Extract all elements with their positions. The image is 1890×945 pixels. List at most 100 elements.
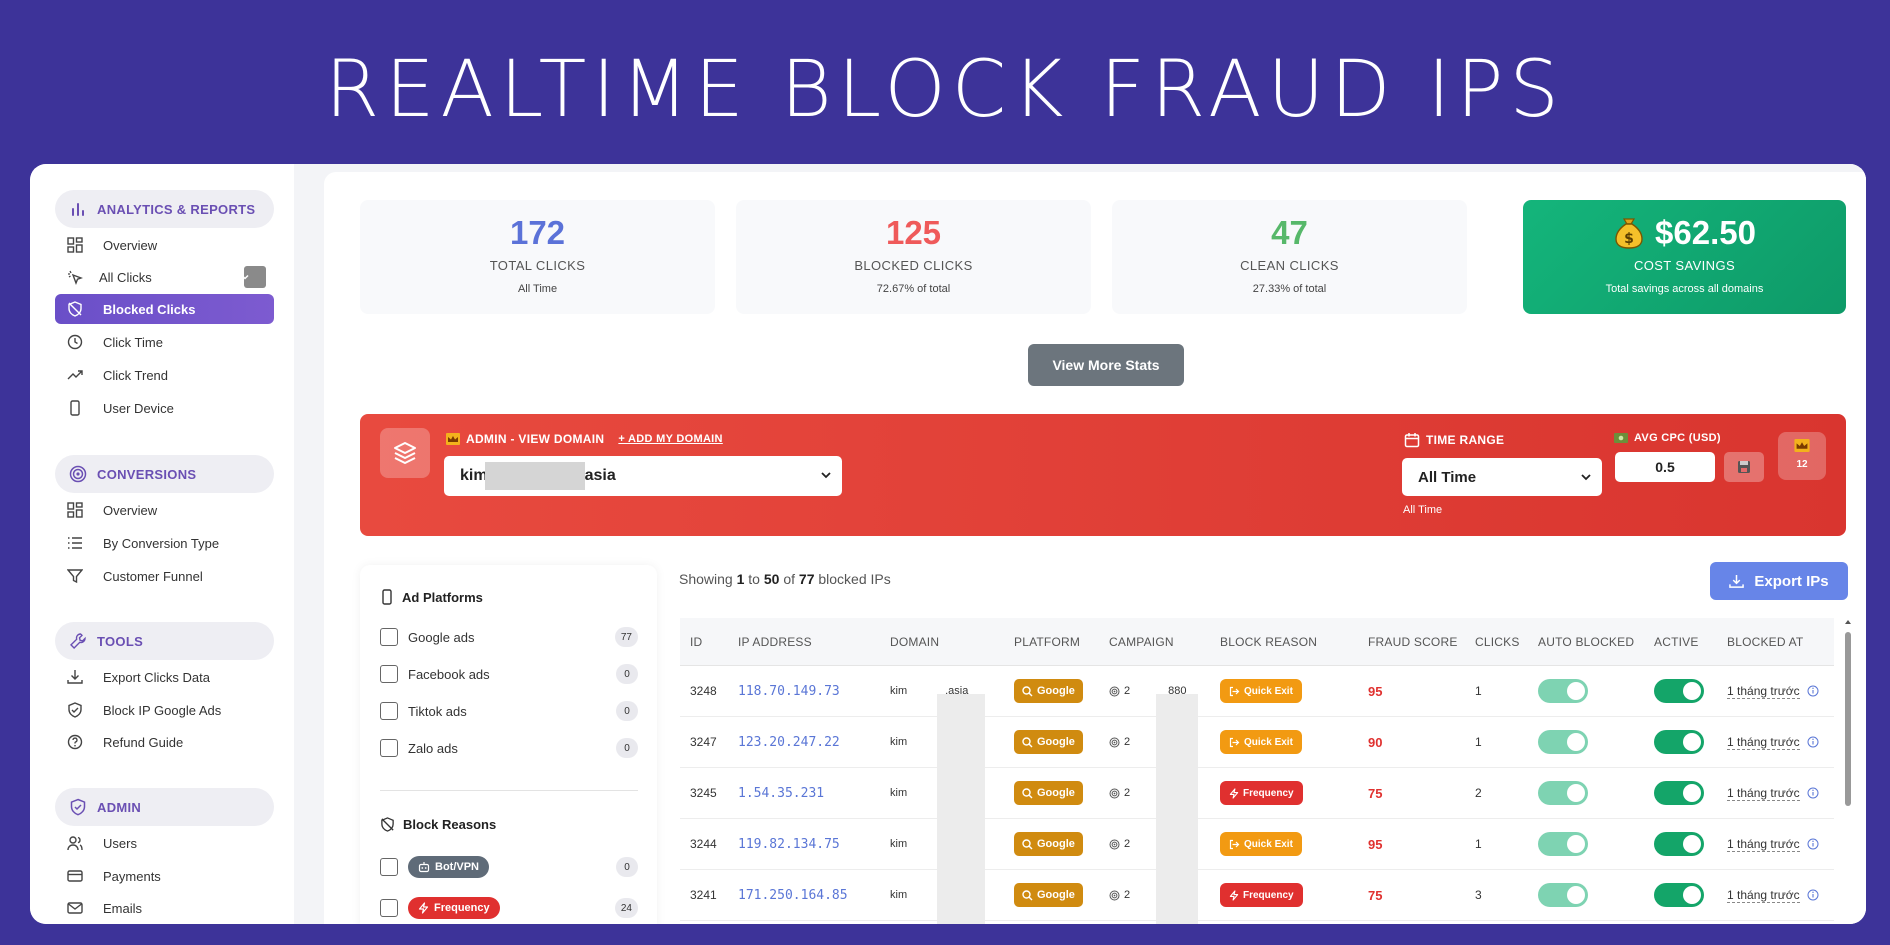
section-analytics[interactable]: ANALYTICS & REPORTS <box>55 190 274 228</box>
active-toggle[interactable] <box>1654 730 1704 754</box>
avg-cpc-label: AVG CPC (USD) <box>1614 432 1721 444</box>
section-tools[interactable]: TOOLS <box>55 622 274 660</box>
checkbox[interactable] <box>380 899 398 917</box>
cell-ip[interactable]: 171.250.164.85 <box>728 888 880 903</box>
sidebar-item-user-device[interactable]: User Device <box>55 393 274 423</box>
column-header[interactable]: ID <box>680 635 728 649</box>
target-icon <box>1109 788 1120 798</box>
active-toggle[interactable] <box>1654 883 1704 907</box>
filter-facebook-ads[interactable]: Facebook ads 0 <box>380 663 638 685</box>
count-badge: 0 <box>616 738 638 758</box>
filter-tiktok-ads[interactable]: Tiktok ads 0 <box>380 700 638 722</box>
sidebar-item-by-conversion-type[interactable]: By Conversion Type <box>55 528 274 558</box>
sidebar-item-block-ip[interactable]: Block IP Google Ads <box>55 695 274 725</box>
save-cpc-button[interactable] <box>1724 452 1764 482</box>
cell-ip[interactable]: 119.82.134.75 <box>728 837 880 852</box>
ip-link[interactable]: 119.82.134.75 <box>738 837 840 852</box>
column-header[interactable]: IP ADDRESS <box>728 635 880 649</box>
sidebar-item-label: Emails <box>103 900 143 916</box>
column-header[interactable]: BLOCK REASON <box>1210 635 1358 649</box>
cell-clicks: 1 <box>1475 837 1482 851</box>
scroll-thumb[interactable] <box>1845 632 1851 806</box>
export-ips-button[interactable]: Export IPs <box>1710 562 1848 600</box>
filter-google-ads[interactable]: Google ads 77 <box>380 626 638 648</box>
checkbox[interactable] <box>380 665 398 683</box>
info-icon[interactable] <box>1807 685 1819 697</box>
section-admin[interactable]: ADMIN <box>55 788 274 826</box>
cell-block-reason: Frequency <box>1210 883 1358 907</box>
scroll-up-icon[interactable] <box>1844 618 1852 626</box>
admin-crown-button[interactable]: 12 <box>1778 432 1826 480</box>
auto-blocked-toggle[interactable] <box>1538 781 1588 805</box>
info-icon[interactable] <box>1807 736 1819 748</box>
lightning-icon <box>418 902 429 914</box>
ip-link[interactable]: 123.20.247.22 <box>738 735 840 750</box>
ip-link[interactable]: 171.250.164.85 <box>738 888 848 903</box>
column-header[interactable]: ACTIVE <box>1644 635 1717 649</box>
platform-badge: Google <box>1014 730 1083 754</box>
active-toggle[interactable] <box>1654 679 1704 703</box>
cell-blocked-at: 1 tháng trước <box>1717 786 1834 801</box>
checkbox[interactable] <box>380 628 398 646</box>
sidebar-item-conv-overview[interactable]: Overview <box>55 495 274 525</box>
cell-clicks: 1 <box>1475 735 1482 749</box>
count-badge: 0 <box>616 701 638 721</box>
sidebar-item-click-trend[interactable]: Click Trend <box>55 360 274 390</box>
cell-platform: Google <box>1004 730 1099 754</box>
sidebar-item-emails[interactable]: Emails <box>55 893 274 923</box>
cell-ip[interactable]: 1.54.35.231 <box>728 786 880 801</box>
time-range-select[interactable]: All Time <box>1402 458 1602 496</box>
cell-active <box>1644 730 1717 754</box>
active-toggle[interactable] <box>1654 781 1704 805</box>
sidebar-item-export-clicks[interactable]: Export Clicks Data <box>55 662 274 692</box>
sidebar-item-customer-funnel[interactable]: Customer Funnel <box>55 561 274 591</box>
sidebar-item-refund-guide[interactable]: Refund Guide <box>55 727 274 757</box>
section-conversions[interactable]: CONVERSIONS <box>55 455 274 493</box>
column-header[interactable]: CLICKS <box>1465 635 1528 649</box>
info-icon[interactable] <box>1807 838 1819 850</box>
auto-blocked-toggle[interactable] <box>1538 883 1588 907</box>
auto-blocked-toggle[interactable] <box>1538 730 1588 754</box>
sidebar-item-label: Block IP Google Ads <box>103 702 222 718</box>
column-header[interactable]: AUTO BLOCKED <box>1528 635 1644 649</box>
cell-fraud-score: 90 <box>1368 734 1383 750</box>
info-icon[interactable] <box>1807 787 1819 799</box>
domain-select[interactable]: kim asia <box>444 456 842 496</box>
cell-ip[interactable]: 123.20.247.22 <box>728 735 880 750</box>
lightning-icon <box>1229 787 1239 799</box>
filter-frequency[interactable]: Frequency 24 <box>380 897 638 919</box>
avg-cpc-input[interactable]: 0.5 <box>1615 452 1715 482</box>
checkbox[interactable] <box>380 739 398 757</box>
sidebar-item-all-clicks[interactable]: All Clicks <box>55 262 274 292</box>
sidebar-item-users[interactable]: Users <box>55 828 274 858</box>
checkbox[interactable] <box>380 858 398 876</box>
column-header[interactable]: DOMAIN <box>880 635 1004 649</box>
add-my-domain-link[interactable]: + ADD MY DOMAIN <box>618 433 722 445</box>
expand-button[interactable] <box>241 266 266 288</box>
cell-auto-blocked <box>1528 679 1644 703</box>
sidebar-item-payments[interactable]: Payments <box>55 861 274 891</box>
cell-id: 3245 <box>690 786 717 800</box>
cell-ip[interactable]: 118.70.149.73 <box>728 684 880 699</box>
table-scrollbar[interactable] <box>1844 618 1852 924</box>
ip-link[interactable]: 118.70.149.73 <box>738 684 840 699</box>
filter-zalo-ads[interactable]: Zalo ads 0 <box>380 737 638 759</box>
column-header[interactable]: BLOCKED AT <box>1717 635 1834 649</box>
filter-bot-vpn[interactable]: Bot/VPN 0 <box>380 856 638 878</box>
info-icon[interactable] <box>1807 889 1819 901</box>
cell-block-reason: Frequency <box>1210 781 1358 805</box>
view-more-stats-button[interactable]: View More Stats <box>1028 344 1184 386</box>
sidebar-item-blocked-clicks[interactable]: Blocked Clicks <box>55 294 274 324</box>
ip-link[interactable]: 1.54.35.231 <box>738 786 824 801</box>
column-header[interactable]: FRAUD SCORE <box>1358 635 1465 649</box>
reason-badge: Quick Exit <box>1220 679 1302 703</box>
table-row: 3247123.20.247.22kim.asiaGoogle2880Quick… <box>680 717 1834 768</box>
sidebar-item-click-time[interactable]: Click Time <box>55 327 274 357</box>
auto-blocked-toggle[interactable] <box>1538 832 1588 856</box>
column-header[interactable]: CAMPAIGN <box>1099 635 1210 649</box>
checkbox[interactable] <box>380 702 398 720</box>
sidebar-item-overview[interactable]: Overview <box>55 230 274 260</box>
active-toggle[interactable] <box>1654 832 1704 856</box>
column-header[interactable]: PLATFORM <box>1004 635 1099 649</box>
auto-blocked-toggle[interactable] <box>1538 679 1588 703</box>
